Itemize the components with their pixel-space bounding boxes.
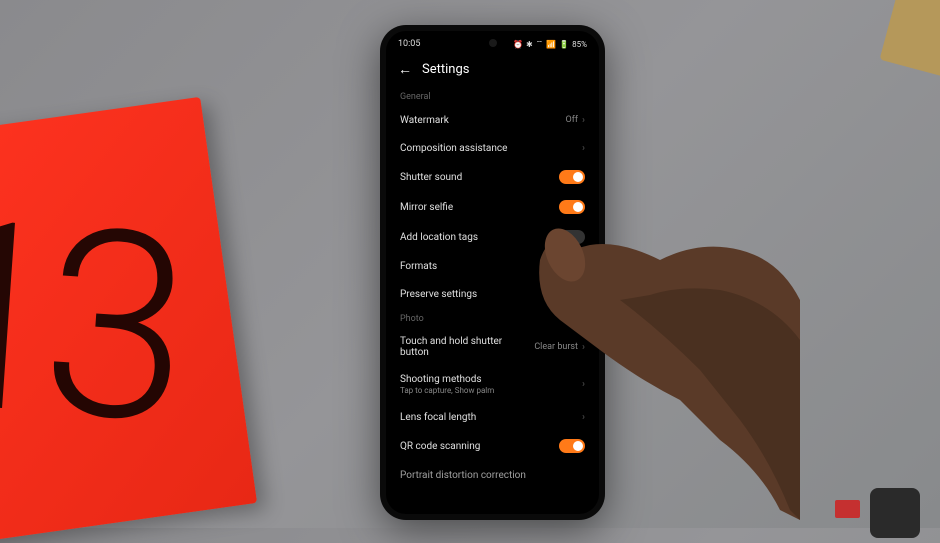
settings-header: ← Settings [386,53,599,86]
wifi-icon: ⌔ [536,39,544,49]
chevron-right-icon: › [582,143,585,154]
chevron-right-icon: › [582,115,585,126]
shooting-methods-sublabel: Tap to capture, Show palm [400,386,494,395]
product-box [0,97,257,543]
qr-scanning-toggle[interactable] [559,439,585,453]
setting-portrait-distortion[interactable]: Portrait distortion correction [386,461,599,489]
back-arrow-icon[interactable]: ← [398,61,412,78]
corner-object-top-right [880,0,940,78]
phone-device: 10:05 ⏰ ✱ ⌔ 📶 🔋 85% ← Settings General W… [380,25,605,520]
setting-shooting-methods[interactable]: Shooting methods Tap to capture, Show pa… [386,366,599,403]
chevron-right-icon: › [582,261,585,272]
mirror-selfie-toggle[interactable] [559,200,585,214]
mirror-selfie-label: Mirror selfie [400,202,453,213]
chevron-right-icon: › [582,379,585,390]
chevron-right-icon: › [582,342,585,353]
shooting-methods-label: Shooting methods [400,374,494,385]
signal-icon: 📶 [546,40,556,49]
formats-label: Formats [400,261,437,272]
bluetooth-icon: ✱ [526,40,533,49]
watermark-label: Watermark [400,115,449,126]
sdcard-object [835,500,860,518]
lens-focal-label: Lens focal length [400,412,476,423]
status-time: 10:05 [398,39,420,49]
shutter-sound-label: Shutter sound [400,172,462,183]
setting-touch-hold-shutter[interactable]: Touch and hold shutter button Clear burs… [386,328,599,366]
setting-lens-focal-length[interactable]: Lens focal length › [386,403,599,431]
touch-hold-value: Clear burst [534,342,578,352]
qr-scanning-label: QR code scanning [400,441,480,452]
chevron-right-icon: › [582,412,585,423]
watermark-value: Off [566,115,578,125]
setting-shutter-sound[interactable]: Shutter sound [386,162,599,192]
alarm-icon: ⏰ [513,40,523,49]
setting-preserve-settings[interactable]: Preserve settings › [386,280,599,308]
section-photo-label: Photo [386,308,599,328]
camera-hole [489,39,497,47]
touch-hold-label: Touch and hold shutter button [400,336,510,358]
chevron-right-icon: › [582,289,585,300]
setting-composition-assistance[interactable]: Composition assistance › [386,134,599,162]
page-title: Settings [422,62,469,77]
phone-screen: 10:05 ⏰ ✱ ⌔ 📶 🔋 85% ← Settings General W… [386,31,599,514]
battery-icon: 🔋 [559,40,569,49]
corner-object-bottom-right [870,488,920,538]
section-general-label: General [386,86,599,106]
setting-mirror-selfie[interactable]: Mirror selfie [386,192,599,222]
setting-qr-code-scanning[interactable]: QR code scanning [386,431,599,461]
portrait-distortion-label: Portrait distortion correction [400,470,526,481]
battery-percent: 85% [572,40,587,49]
settings-list[interactable]: General Watermark Off › Composition assi… [386,86,599,489]
setting-add-location-tags[interactable]: Add location tags [386,222,599,252]
status-icons: ⏰ ✱ ⌔ 📶 🔋 85% [513,39,587,49]
location-tags-toggle[interactable] [559,230,585,244]
setting-watermark[interactable]: Watermark Off › [386,106,599,134]
shutter-sound-toggle[interactable] [559,170,585,184]
setting-formats[interactable]: Formats › [386,252,599,280]
preserve-settings-label: Preserve settings [400,289,477,300]
composition-label: Composition assistance [400,143,507,154]
location-tags-label: Add location tags [400,232,478,243]
